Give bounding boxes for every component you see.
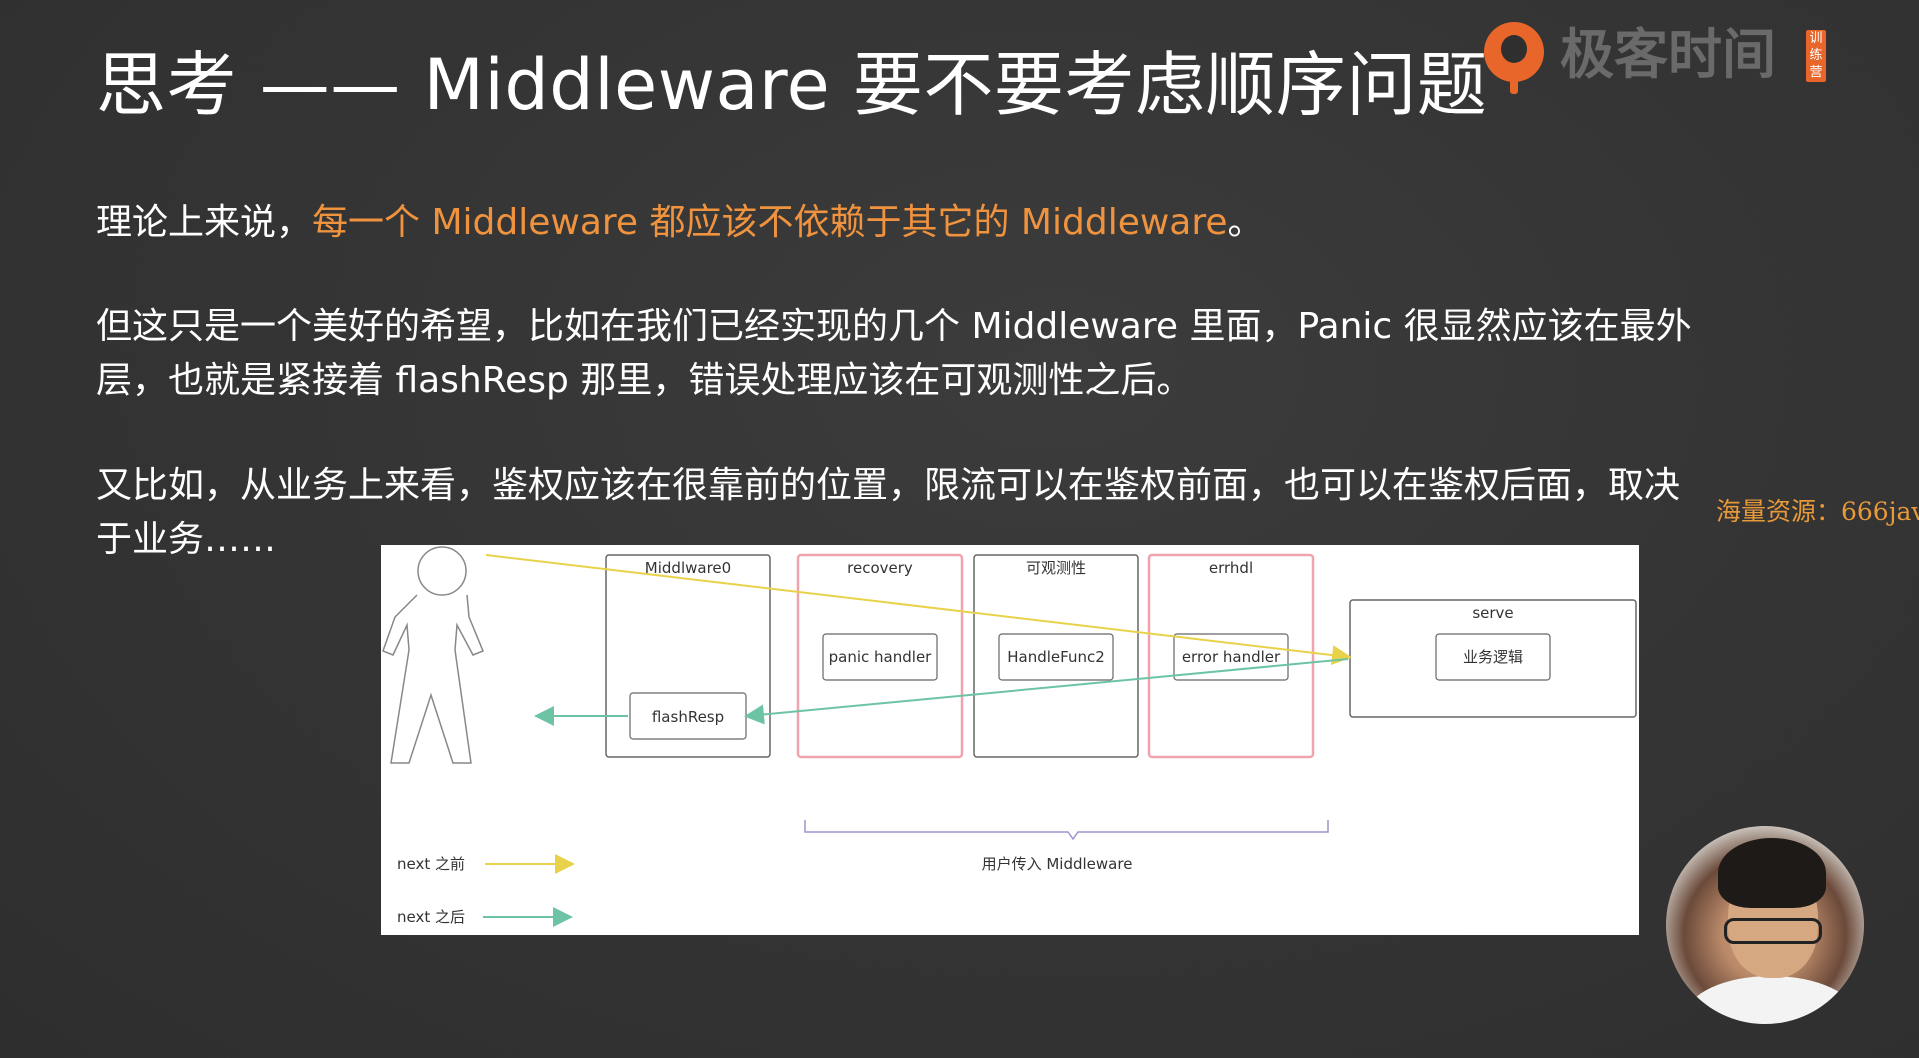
logo-tag: 训练营 <box>1806 30 1826 82</box>
paragraph-1-highlight: 每一个 Middleware 都应该不依赖于其它的 Middleware <box>312 202 1228 243</box>
avatar-shirt <box>1686 976 1856 1024</box>
brace-label: 用户传入 Middleware <box>982 855 1133 873</box>
slide-title: 思考 —— Middleware 要不要考虑顺序问题 <box>96 44 1488 126</box>
recovery-label: recovery <box>847 559 913 577</box>
geektime-logo-icon <box>1484 22 1544 94</box>
presenter-avatar <box>1666 826 1864 1024</box>
errhdl-label: errhdl <box>1209 559 1253 577</box>
paragraph-2: 但这只是一个美好的希望，比如在我们已经实现的几个 Middleware 里面，P… <box>96 306 1692 401</box>
business-logic-label: 业务逻辑 <box>1463 648 1523 666</box>
panic-handler-label: panic handler <box>829 648 933 666</box>
avatar-glasses <box>1724 918 1822 944</box>
legend-before-label: next 之前 <box>397 855 465 873</box>
handlefunc2-label: HandleFunc2 <box>1007 648 1105 666</box>
person-icon <box>382 546 484 764</box>
flashresp-label: flashResp <box>652 708 724 726</box>
geektime-logo: 极客时间 训练营 <box>1484 22 1844 94</box>
observability-label: 可观测性 <box>1026 559 1086 577</box>
paragraph-1-suffix: 。 <box>1227 202 1264 243</box>
user-middleware-brace <box>804 820 1329 841</box>
middleware0-label: Middlware0 <box>645 559 731 577</box>
middleware-diagram: Middlware0 flashResp recovery panic hand… <box>381 545 1639 935</box>
error-handler-label: error handler <box>1182 648 1281 666</box>
legend-after-label: next 之后 <box>397 908 465 926</box>
watermark: 海量资源：666jav <box>1716 497 1919 526</box>
paragraph-1: 理论上来说，每一个 Middleware 都应该不依赖于其它的 Middlewa… <box>96 196 1706 250</box>
avatar-hair <box>1718 838 1826 908</box>
paragraph-1-prefix: 理论上来说， <box>96 202 313 243</box>
logo-brand: 极客时间 <box>1560 23 1776 86</box>
serve-label: serve <box>1472 604 1513 622</box>
